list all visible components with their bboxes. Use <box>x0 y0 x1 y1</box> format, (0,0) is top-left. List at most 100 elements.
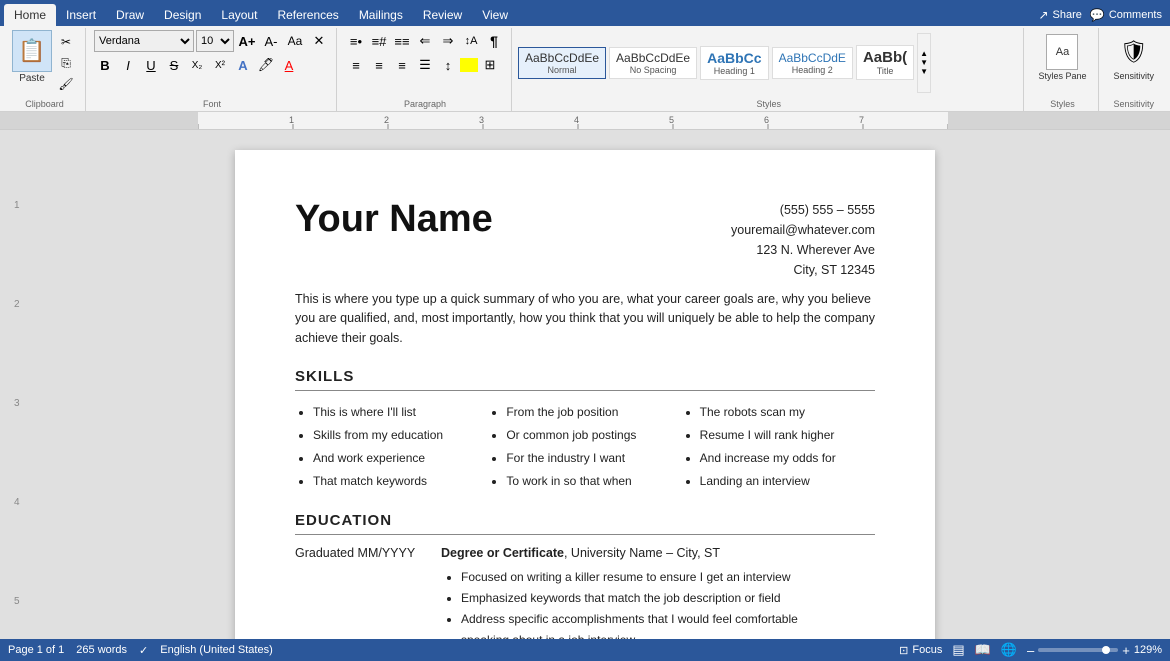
tab-view[interactable]: View <box>472 4 518 26</box>
tab-review[interactable]: Review <box>413 4 472 26</box>
share-button[interactable]: ↗ Share <box>1038 8 1081 22</box>
word-count: 265 words <box>76 644 127 656</box>
tab-design[interactable]: Design <box>154 4 211 26</box>
styles-pane-button[interactable]: Aa Styles Pane <box>1034 30 1090 85</box>
bold-button[interactable]: B <box>94 54 116 76</box>
text-effects-button[interactable]: A <box>232 54 254 76</box>
line-spacing-button[interactable]: ↕ <box>437 54 459 76</box>
status-bar: Page 1 of 1 265 words ✓ English (United … <box>0 639 1170 661</box>
style-no-spacing[interactable]: AaBbCcDdEe No Spacing <box>609 47 697 79</box>
styles-pane-group: Aa Styles Pane Styles <box>1026 28 1099 111</box>
style-heading2[interactable]: AaBbCcDdE Heading 2 <box>772 47 853 79</box>
paste-label: Paste <box>19 73 45 84</box>
zoom-in-button[interactable]: + <box>1122 643 1130 658</box>
spell-check-icon[interactable]: ✓ <box>139 644 148 657</box>
language-indicator[interactable]: English (United States) <box>160 644 273 656</box>
superscript-button[interactable]: X² <box>209 54 231 76</box>
svg-text:4: 4 <box>574 115 579 125</box>
clipboard-group: 📋 Paste ✂ ⎘ 🖌 Clipboard <box>4 28 86 111</box>
borders-button[interactable]: ⊞ <box>479 54 501 76</box>
bullets-button[interactable]: ≡• <box>345 30 367 52</box>
paragraph-group: ≡• ≡# ≡≡ ⇐ ⇒ ↕A ¶ ≡ ≡ ≡ ☰ ↕ ⊞ Paragraph <box>339 28 512 111</box>
sensitivity-button[interactable]: 🛡 Sensitivity <box>1109 30 1158 85</box>
focus-icon: ⊡ <box>899 644 908 657</box>
zoom-slider[interactable] <box>1038 648 1118 652</box>
multilevel-button[interactable]: ≡≡ <box>391 30 413 52</box>
font-color-button[interactable]: A <box>278 54 300 76</box>
copy-button[interactable]: ⎘ <box>55 53 77 73</box>
skills-col3: The robots scan my Resume I will rank hi… <box>682 401 875 492</box>
svg-text:7: 7 <box>859 115 864 125</box>
decrease-font-button[interactable]: A- <box>260 30 282 52</box>
italic-button[interactable]: I <box>117 54 139 76</box>
font-group: Verdana 10 A+ A- Aa ✕ B I U S X₂ X² A 🖊 … <box>88 28 337 111</box>
decrease-indent-button[interactable]: ⇐ <box>414 30 436 52</box>
zoom-level: 129% <box>1134 644 1162 656</box>
svg-text:2: 2 <box>384 115 389 125</box>
align-center-button[interactable]: ≡ <box>368 54 390 76</box>
subscript-button[interactable]: X₂ <box>186 54 208 76</box>
sensitivity-group: 🛡 Sensitivity Sensitivity <box>1101 28 1166 111</box>
candidate-name: Your Name <box>295 200 493 238</box>
style-normal[interactable]: AaBbCcDdEe Normal <box>518 47 606 79</box>
skills-section: SKILLS This is where I'll list Skills fr… <box>295 366 875 492</box>
graduation-date: Graduated MM/YYYY <box>295 545 425 639</box>
increase-font-button[interactable]: A+ <box>236 30 258 52</box>
tab-layout[interactable]: Layout <box>211 4 267 26</box>
tab-draw[interactable]: Draw <box>106 4 154 26</box>
margin-indicators: 1 2 3 4 5 <box>14 200 20 607</box>
education-header: EDUCATION <box>295 510 875 535</box>
align-left-button[interactable]: ≡ <box>345 54 367 76</box>
align-right-button[interactable]: ≡ <box>391 54 413 76</box>
text-highlight-button[interactable]: 🖊 <box>255 54 277 76</box>
shading-button[interactable] <box>460 58 478 72</box>
numbering-button[interactable]: ≡# <box>368 30 390 52</box>
skills-header: SKILLS <box>295 366 875 391</box>
tab-references[interactable]: References <box>267 4 348 26</box>
scroll-styles-button[interactable]: ▲▼▼ <box>917 33 931 93</box>
format-painter-button[interactable]: 🖌 <box>55 74 77 94</box>
style-title[interactable]: AaBb( Title <box>856 45 914 80</box>
font-size-select[interactable]: 10 <box>196 30 234 52</box>
zoom-out-button[interactable]: – <box>1027 643 1034 658</box>
style-heading1[interactable]: AaBbCc Heading 1 <box>700 46 768 80</box>
svg-text:6: 6 <box>764 115 769 125</box>
tab-mailings[interactable]: Mailings <box>349 4 413 26</box>
zoom-controls: – + 129% <box>1027 643 1162 658</box>
styles-group: AaBbCcDdEe Normal AaBbCcDdEe No Spacing … <box>514 28 1024 111</box>
tab-insert[interactable]: Insert <box>56 4 106 26</box>
document-area: 1 2 3 4 5 Your Name (555) 555 – 5555 you… <box>0 130 1170 639</box>
skills-col2: From the job position Or common job post… <box>488 401 681 492</box>
document-page[interactable]: Your Name (555) 555 – 5555 youremail@wha… <box>235 150 935 639</box>
share-icon: ↗ <box>1038 8 1048 22</box>
clipboard-small-buttons: ✂ ⎘ 🖌 <box>55 30 77 94</box>
svg-text:5: 5 <box>669 115 674 125</box>
tab-home[interactable]: Home <box>4 4 56 26</box>
cut-button[interactable]: ✂ <box>55 32 77 52</box>
comment-icon: 💬 <box>1090 8 1105 22</box>
view-mode-button[interactable]: ▤ <box>952 642 964 658</box>
page-count: Page 1 of 1 <box>8 644 64 656</box>
ruler: 1 2 3 4 5 6 7 <box>0 112 1170 130</box>
focus-button[interactable]: ⊡ Focus <box>899 644 942 657</box>
font-name-select[interactable]: Verdana <box>94 30 194 52</box>
sort-button[interactable]: ↕A <box>460 30 482 52</box>
comments-button[interactable]: 💬 Comments <box>1090 8 1162 22</box>
increase-indent-button[interactable]: ⇒ <box>437 30 459 52</box>
underline-button[interactable]: U <box>140 54 162 76</box>
contact-info: (555) 555 – 5555 youremail@whatever.com … <box>731 200 875 280</box>
clear-format-button[interactable]: ✕ <box>308 30 330 52</box>
strikethrough-button[interactable]: S <box>163 54 185 76</box>
skills-col1: This is where I'll list Skills from my e… <box>295 401 488 492</box>
paste-button[interactable]: 📋 <box>12 30 52 72</box>
justify-button[interactable]: ☰ <box>414 54 436 76</box>
web-layout-button[interactable]: 🌐 <box>1001 642 1017 658</box>
svg-text:3: 3 <box>479 115 484 125</box>
svg-text:1: 1 <box>289 115 294 125</box>
education-detail: Degree or Certificate, University Name –… <box>441 545 875 639</box>
summary-text: This is where you type up a quick summar… <box>295 290 875 348</box>
show-formatting-button[interactable]: ¶ <box>483 30 505 52</box>
read-mode-button[interactable]: 📖 <box>975 642 991 658</box>
education-section: EDUCATION Graduated MM/YYYY Degree or Ce… <box>295 510 875 639</box>
change-case-button[interactable]: Aa <box>284 30 306 52</box>
